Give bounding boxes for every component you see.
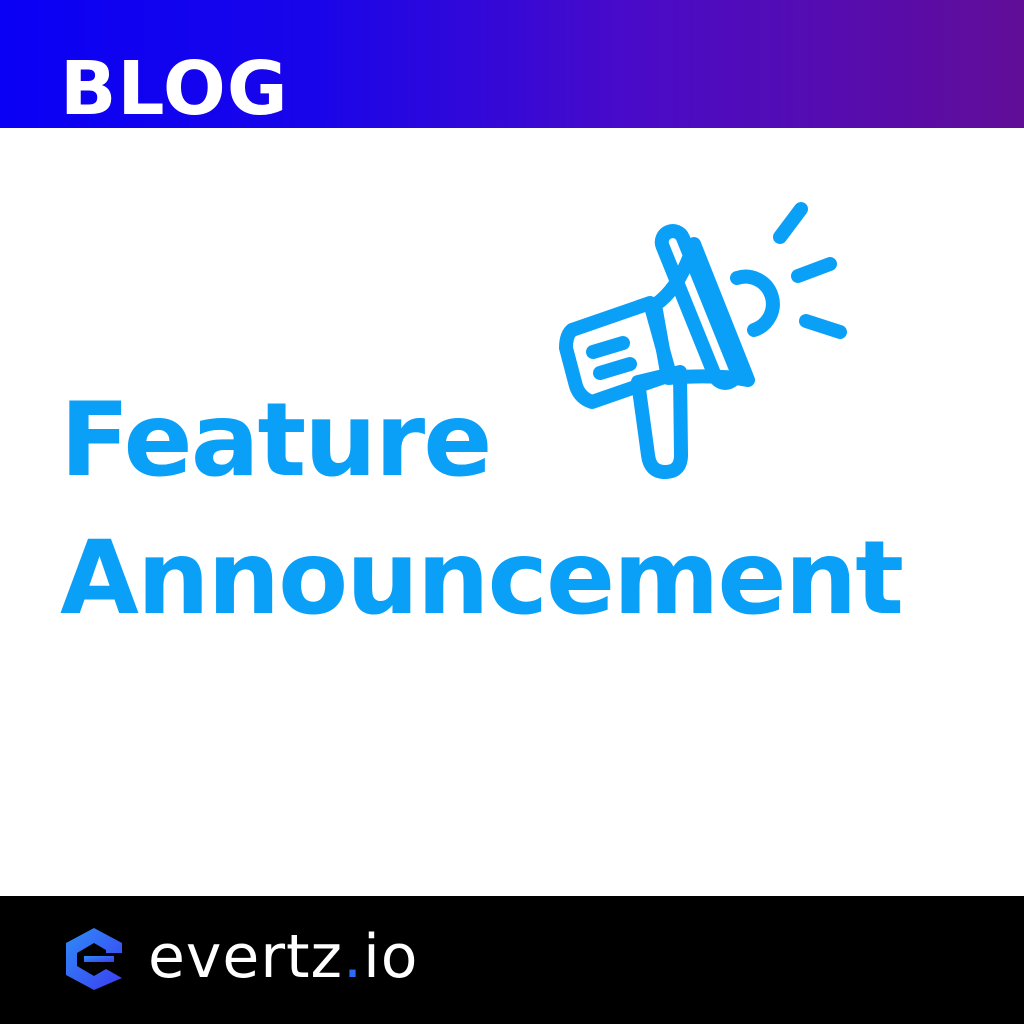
brand-wordmark[interactable]: evertz.io <box>148 922 419 992</box>
top-banner: BLOG <box>0 0 1024 128</box>
sound-ray-top <box>773 202 808 244</box>
sound-ray-bottom <box>799 314 847 339</box>
sound-ray-middle <box>791 257 837 283</box>
brand-name: evertz <box>148 922 344 992</box>
megaphone-line-1 <box>586 336 630 359</box>
megaphone-line-2 <box>593 357 637 380</box>
blog-label: BLOG <box>60 46 289 128</box>
megaphone-icon <box>559 202 847 479</box>
evertz-logo-icon[interactable] <box>60 926 128 992</box>
megaphone-back <box>730 269 780 337</box>
megaphone-body <box>559 296 677 409</box>
brand-tld: io <box>363 922 419 992</box>
brand-dot: . <box>343 922 364 992</box>
blog-card: BLOG Feature Announcement evertz.io <box>0 0 1024 1024</box>
headline-line-2: Announcement <box>60 519 904 638</box>
